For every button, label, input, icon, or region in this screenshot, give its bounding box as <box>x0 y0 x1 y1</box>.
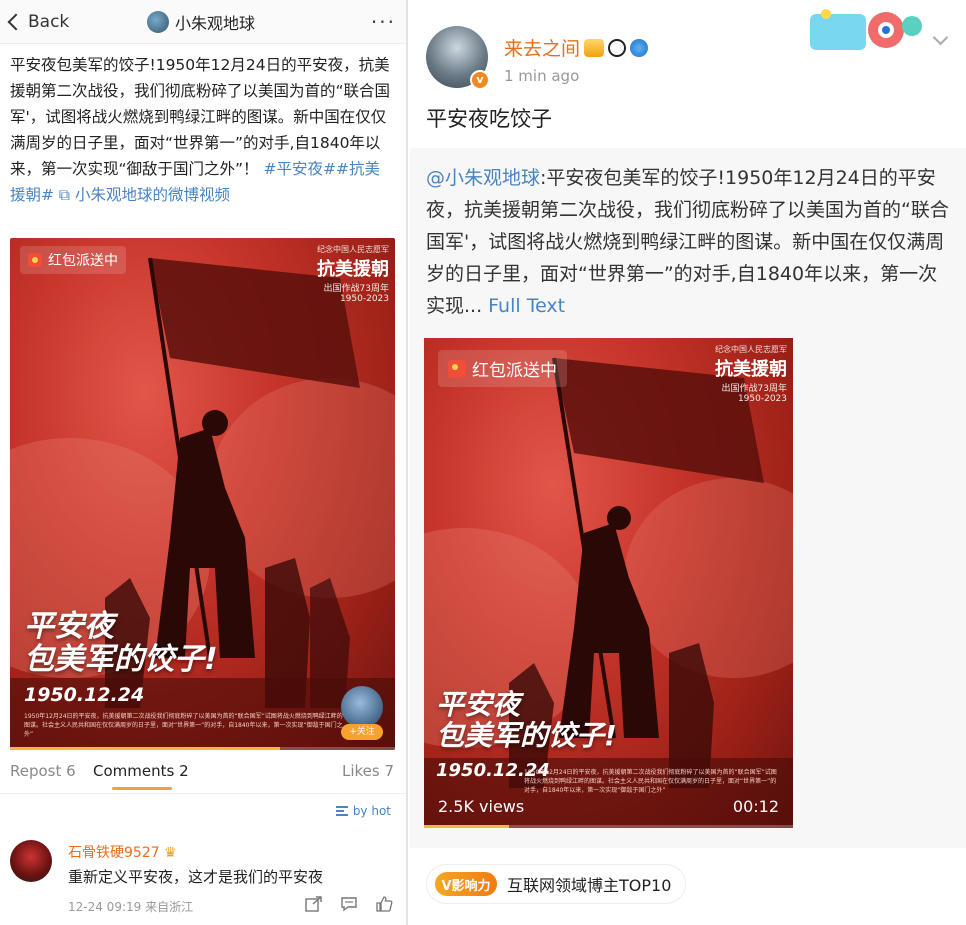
panda-icon <box>608 38 627 57</box>
quoted-poster-headline: 平安夜 包美军的饺子! <box>436 688 617 752</box>
video-progress-fill <box>10 747 280 750</box>
commenter-name-text: 石骨铁硬9527 <box>68 845 160 861</box>
poster-brand: 纪念中国人民志愿军 抗美援朝 出国作战73周年 1950-2023 <box>317 244 389 304</box>
like-icon[interactable] <box>375 896 393 912</box>
post-time: 1 min ago <box>504 67 580 85</box>
back-label: Back <box>28 12 70 32</box>
nav-title-text: 小朱观地球 <box>175 14 256 33</box>
quoted-poster-brand: 纪念中国人民志愿军 抗美援朝 出国作战73周年 1950-2023 <box>715 344 787 404</box>
brand-line3: 出国作战73周年 <box>323 284 389 294</box>
headline-line2: 包美军的饺子! <box>24 642 218 677</box>
video-link-icon: ⧉ <box>58 186 70 204</box>
quoted-brand-line1: 纪念中国人民志愿军 <box>715 345 787 354</box>
red-envelope-icon <box>448 359 466 378</box>
quoted-poster-fine-print: 1950年12月24日的平安夜，抗美援朝第二次战役我们彻底粉碎了以美国为首的“联… <box>524 769 777 794</box>
post-body: 平安夜包美军的饺子!1950年12月24日的平安夜，抗美援朝第二次战役，我们彻底… <box>10 52 394 208</box>
influence-text: 互联网领域博主TOP10 <box>507 876 672 895</box>
back-button[interactable]: Back <box>6 11 69 33</box>
uploader-avatar <box>341 686 383 728</box>
quoted-video-player[interactable]: 红包派送中 纪念中国人民志愿军 抗美援朝 出国作战73周年 1950-2023 … <box>424 338 793 828</box>
full-text-link[interactable]: Full Text <box>482 295 565 317</box>
interaction-tabs: Repost 6 Comments 2 Likes 7 <box>0 752 406 794</box>
brand-line4: 1950-2023 <box>339 294 389 304</box>
video-source-link[interactable]: 小朱观地球的微博视频 <box>75 186 230 204</box>
tab-likes[interactable]: Likes 7 <box>342 762 394 780</box>
headline-line1: 平安夜 <box>24 609 114 644</box>
brand-line2: 抗美援朝 <box>317 259 389 280</box>
crown-icon: ♛ <box>164 845 177 861</box>
poster-fine-print: 1950年12月24日的平安夜，抗美援朝第二次战役我们彻底粉碎了以美国为首的“联… <box>24 713 343 738</box>
sort-label: by hot <box>352 804 391 818</box>
quoted-post[interactable]: @小朱观地球:平安夜包美军的饺子!1950年12月24日的平安夜，抗美援朝第二次… <box>410 148 966 848</box>
commenter-name[interactable]: 石骨铁硬9527 ♛ <box>68 842 177 862</box>
quoted-video-progress-bar[interactable] <box>424 825 793 828</box>
video-duration: 00:12 <box>732 797 779 816</box>
author-name-text: 来去之间 <box>504 38 581 60</box>
brand-line1: 纪念中国人民志愿军 <box>317 245 389 254</box>
more-options-button[interactable]: ··· <box>371 10 396 34</box>
left-post-detail-panel: Back 小朱观地球 ··· 平安夜包美军的饺子!1950年12月24日的平安夜… <box>0 0 408 925</box>
red-packet-tag[interactable]: 红包派送中 <box>20 246 126 274</box>
quoted-headline-line1: 平安夜 <box>436 688 521 721</box>
reply-icon[interactable] <box>340 896 358 912</box>
nav-title[interactable]: 小朱观地球 <box>147 10 255 34</box>
quoted-headline-line2: 包美军的饺子! <box>436 718 617 752</box>
tab-comments[interactable]: Comments 2 <box>93 762 189 780</box>
globe-badge-icon <box>630 38 649 57</box>
screen: Back 小朱观地球 ··· 平安夜包美军的饺子!1950年12月24日的平安夜… <box>0 0 966 925</box>
comment-meta: 12-24 09:19 来自浙江 <box>68 900 194 914</box>
tab-repost[interactable]: Repost 6 <box>10 762 76 780</box>
vip-crown-icon <box>584 38 605 57</box>
sort-by-hot-button[interactable]: by hot <box>335 804 391 818</box>
influence-badge-pill[interactable]: V影响力 互联网领域博主TOP10 <box>426 864 687 904</box>
quoted-red-packet-tag[interactable]: 红包派送中 <box>438 350 567 387</box>
comment-text: 重新定义平安夜，这才是我们的平安夜 <box>68 868 324 886</box>
video-views: 2.5K views <box>438 797 525 816</box>
quoted-video-progress-fill <box>424 825 509 828</box>
quoted-brand-line4: 1950-2023 <box>737 394 787 404</box>
quoted-poster-artwork <box>424 357 793 828</box>
quoted-post-text: @小朱观地球:平安夜包美军的饺子!1950年12月24日的平安夜，抗美援朝第二次… <box>426 162 952 322</box>
share-icon[interactable] <box>305 896 323 912</box>
author-avatar[interactable]: v <box>426 26 490 90</box>
right-feed-card: v 来去之间 1 min ago 平安夜吃饺子 @小朱观地球:平安夜包美军的饺子… <box>410 0 966 925</box>
quoted-brand-line2: 抗美援朝 <box>715 359 787 380</box>
poster-date: 1950.12.24 <box>24 684 145 706</box>
top-nav-bar: Back 小朱观地球 ··· <box>0 0 406 44</box>
poster-headline: 平安夜 包美军的饺子! <box>24 610 218 676</box>
follow-button[interactable]: +关注 <box>341 724 383 740</box>
red-packet-label: 红包派送中 <box>48 253 118 269</box>
post-title: 平安夜吃饺子 <box>426 107 552 131</box>
sort-icon <box>335 806 348 816</box>
video-poster: 红包派送中 纪念中国人民志愿军 抗美援朝 出国作战73周年 1950-2023 … <box>10 238 395 750</box>
mention-link[interactable]: @小朱观地球 <box>426 167 540 189</box>
red-envelope-icon <box>28 253 42 267</box>
author-name[interactable]: 来去之间 <box>504 34 649 61</box>
influence-badge-icon: V影响力 <box>435 872 497 896</box>
active-tab-indicator <box>112 787 172 790</box>
chevron-left-icon <box>7 13 25 31</box>
quoted-video-poster: 红包派送中 纪念中国人民志愿军 抗美援朝 出国作战73周年 1950-2023 … <box>424 338 793 828</box>
comment-item: 石骨铁硬9527 ♛ 重新定义平安夜，这才是我们的平安夜 12-24 09:19… <box>0 832 406 925</box>
video-progress-bar[interactable] <box>10 747 395 750</box>
holiday-banner-icon[interactable] <box>808 8 930 60</box>
author-avatar-small <box>147 11 169 33</box>
verified-badge-icon: v <box>470 70 490 90</box>
video-player[interactable]: 红包派送中 纪念中国人民志愿军 抗美援朝 出国作战73周年 1950-2023 … <box>10 238 395 750</box>
quoted-red-packet-label: 红包派送中 <box>472 361 557 381</box>
commenter-avatar[interactable] <box>10 840 52 882</box>
follow-chip[interactable]: +关注 <box>341 686 383 740</box>
chevron-down-icon[interactable] <box>932 29 949 46</box>
quoted-brand-line3: 出国作战73周年 <box>721 384 787 394</box>
